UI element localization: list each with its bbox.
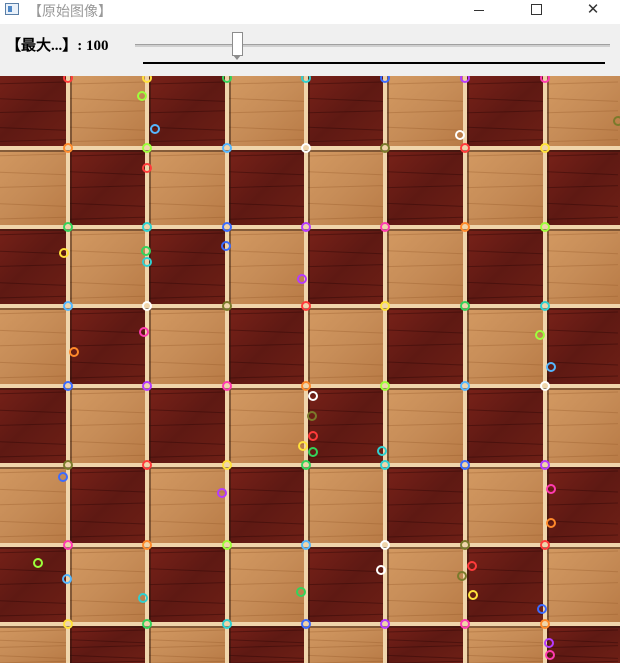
trackbar-thumb[interactable] xyxy=(232,32,244,60)
grout-shadow xyxy=(467,76,469,663)
grout-line-vertical xyxy=(225,76,229,663)
grout-shadow xyxy=(387,76,389,663)
minimize-button[interactable] xyxy=(456,0,502,20)
grout-shadow xyxy=(308,76,310,663)
window-title: 【原始图像】 xyxy=(28,4,112,20)
image-view xyxy=(0,76,620,663)
grout-line-vertical xyxy=(383,76,387,663)
title-bar: 【原始图像】 ✕ xyxy=(0,0,620,20)
trackbar-scale-line xyxy=(143,62,605,64)
grout-line-vertical xyxy=(543,76,547,663)
trackbar-label: 【最大...】: 100 xyxy=(6,38,109,54)
light-square xyxy=(0,306,68,386)
light-square xyxy=(0,465,68,545)
maximize-button[interactable] xyxy=(513,0,559,20)
grout-line-vertical xyxy=(304,76,308,663)
grout-shadow xyxy=(229,76,231,663)
close-button[interactable]: ✕ xyxy=(570,0,616,20)
close-icon: ✕ xyxy=(586,0,600,18)
trackbar-track[interactable] xyxy=(135,44,610,47)
checkerboard-image xyxy=(0,76,620,663)
trackbar-panel: 【最大...】: 100 xyxy=(0,24,620,76)
grout-shadow xyxy=(70,76,72,663)
app-icon xyxy=(5,3,19,15)
